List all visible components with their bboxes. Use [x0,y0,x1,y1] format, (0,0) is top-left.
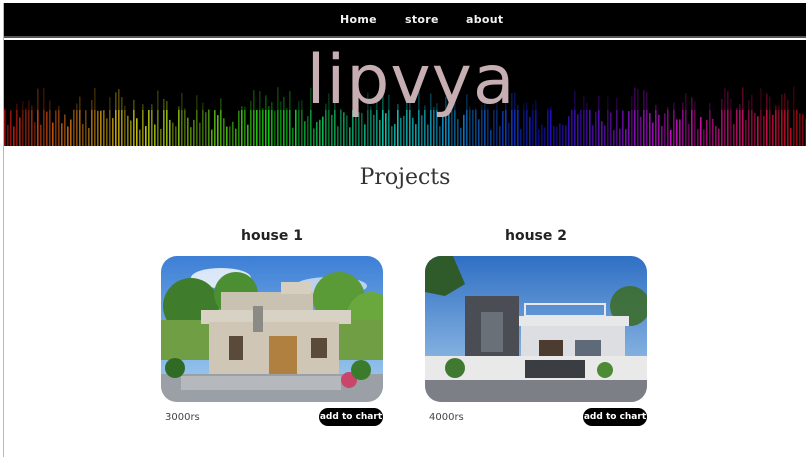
product-title: house 1 [241,228,303,244]
section-title: Projects [359,165,451,190]
nav-about-link[interactable]: about [466,13,503,26]
product-price: 4000rs [429,412,464,423]
brand-logo-text: lipvya [306,41,516,120]
add-to-cart-button[interactable]: add to chart [583,408,647,426]
house-image[interactable] [425,256,647,402]
top-nav-bar: Home store about [4,3,806,38]
product-title: house 2 [505,228,567,244]
nav-home-link[interactable]: Home [340,13,377,26]
nav-menu: Home store about [4,3,806,38]
house-image[interactable] [161,256,383,402]
product-card: house 1 3000rs add to chart [161,228,383,434]
nav-store-link[interactable]: store [405,13,439,26]
header-banner: lipvya [4,40,806,146]
page: Home store about lipvya Projects house 1 [3,3,806,457]
product-card: house 2 4000rs add to chart [425,228,647,434]
add-to-cart-button[interactable]: add to chart [319,408,383,426]
product-price: 3000rs [165,412,200,423]
